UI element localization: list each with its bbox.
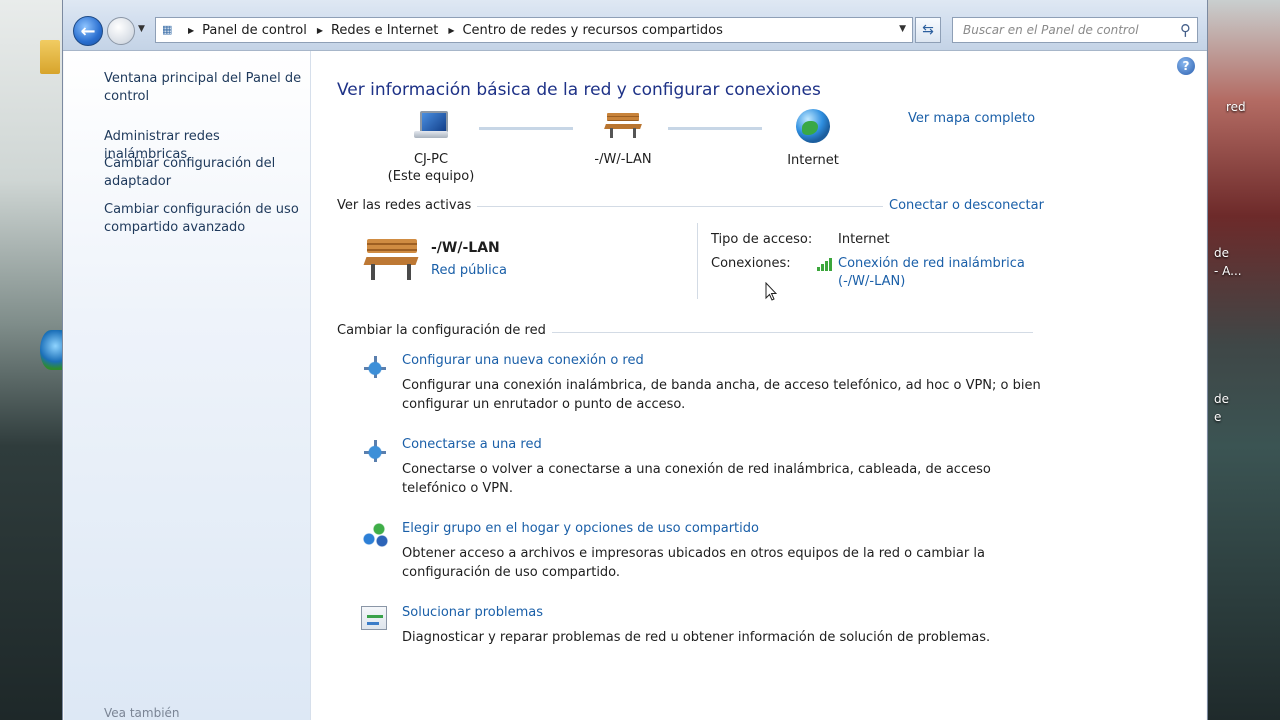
desktop-background-left bbox=[0, 0, 62, 720]
desktop-label: de bbox=[1214, 392, 1229, 406]
refresh-icon: ⇆ bbox=[922, 22, 934, 38]
desktop-label: - A... bbox=[1214, 264, 1242, 278]
task-new-connection-desc: Configurar una conexión inalámbrica, de … bbox=[402, 378, 1041, 412]
navigation-bar: ← ▼ ▦ ▶ Panel de control ▶ Redes e Inter… bbox=[63, 0, 1207, 51]
control-panel-icon: ▦ bbox=[162, 23, 173, 36]
mouse-cursor-icon bbox=[765, 282, 777, 301]
page-title: Ver información básica de la red y confi… bbox=[337, 80, 821, 100]
map-node-internet[interactable]: Internet bbox=[763, 109, 863, 169]
connect-network-icon[interactable] bbox=[361, 437, 389, 465]
internet-label: Internet bbox=[787, 153, 839, 168]
wireless-signal-icon bbox=[817, 257, 835, 271]
help-button[interactable]: ? bbox=[1177, 57, 1195, 75]
access-type-label: Tipo de acceso: bbox=[711, 232, 813, 247]
map-connector-line bbox=[479, 127, 573, 130]
wireless-connection-link[interactable]: Conexión de red inalámbrica (-/W/-LAN) bbox=[838, 255, 1058, 291]
recent-pages-dropdown-icon[interactable]: ▼ bbox=[138, 24, 145, 34]
internet-globe-icon bbox=[796, 109, 830, 143]
sidebar: Ventana principal del Panel de control A… bbox=[64, 51, 311, 720]
public-network-bench-icon bbox=[604, 111, 642, 139]
sidebar-item-control-panel-home[interactable]: Ventana principal del Panel de control bbox=[104, 70, 304, 106]
breadcrumb-separator-icon[interactable]: ▶ bbox=[317, 26, 323, 35]
breadcrumb-network-center[interactable]: Centro de redes y recursos compartidos bbox=[462, 23, 722, 38]
forward-button[interactable] bbox=[107, 17, 135, 45]
breadcrumb-control-panel[interactable]: Panel de control bbox=[202, 23, 307, 38]
main-content: ? Ver información básica de la red y con… bbox=[311, 51, 1206, 720]
network-type-link[interactable]: Red pública bbox=[431, 263, 507, 278]
troubleshoot-icon[interactable] bbox=[361, 606, 387, 630]
task-connect-network-link[interactable]: Conectarse a una red bbox=[402, 437, 542, 452]
breadcrumb-separator-icon[interactable]: ▶ bbox=[448, 26, 454, 35]
map-node-network[interactable]: -/W/-LAN bbox=[573, 111, 673, 168]
task-new-connection-link[interactable]: Configurar una nueva conexión o red bbox=[402, 353, 644, 368]
computer-name: CJ-PC bbox=[413, 152, 449, 167]
network-center-window: ← ▼ ▦ ▶ Panel de control ▶ Redes e Inter… bbox=[62, 0, 1208, 720]
search-box[interactable]: ⚲ bbox=[952, 17, 1198, 43]
breadcrumb-separator-icon[interactable]: ▶ bbox=[188, 26, 194, 35]
computer-subtitle: (Este equipo) bbox=[387, 169, 475, 184]
refresh-button[interactable]: ⇆ bbox=[915, 17, 941, 43]
address-dropdown-icon[interactable]: ▼ bbox=[899, 24, 906, 34]
address-bar[interactable]: ▦ ▶ Panel de control ▶ Redes e Internet … bbox=[155, 17, 913, 43]
task-homegroup-desc: Obtener acceso a archivos e impresoras u… bbox=[402, 546, 985, 580]
connections-label: Conexiones: bbox=[711, 256, 791, 271]
access-type-value: Internet bbox=[838, 232, 890, 247]
see-also-heading: Vea también bbox=[104, 706, 180, 720]
sidebar-item-adapter-settings[interactable]: Cambiar configuración del adaptador bbox=[104, 155, 304, 191]
desktop-label: red bbox=[1226, 100, 1246, 114]
search-input[interactable] bbox=[961, 22, 1170, 38]
task-connect-network-desc: Conectarse o volver a conectarse a una c… bbox=[402, 462, 991, 496]
desktop-label: de bbox=[1214, 246, 1229, 260]
desktop-background-right: red de - A... de e bbox=[1206, 0, 1280, 720]
help-icon: ? bbox=[1182, 59, 1190, 73]
full-map-link[interactable]: Ver mapa completo bbox=[908, 111, 1035, 126]
homegroup-icon[interactable] bbox=[361, 521, 389, 549]
desktop-label: e bbox=[1214, 410, 1222, 424]
connect-disconnect-link[interactable]: Conectar o desconectar bbox=[883, 198, 1044, 213]
new-connection-icon[interactable] bbox=[361, 353, 389, 381]
public-network-icon[interactable] bbox=[363, 237, 421, 283]
task-homegroup-link[interactable]: Elegir grupo en el hogar y opciones de u… bbox=[402, 521, 759, 536]
desktop-folder-icon[interactable] bbox=[40, 40, 60, 74]
map-node-computer[interactable]: CJ-PC (Este equipo) bbox=[381, 111, 481, 185]
task-troubleshoot-link[interactable]: Solucionar problemas bbox=[402, 605, 543, 620]
sidebar-item-sharing-settings[interactable]: Cambiar configuración de uso compartido … bbox=[104, 201, 304, 237]
active-network-name: -/W/-LAN bbox=[431, 240, 500, 256]
change-settings-heading: Cambiar la configuración de red bbox=[337, 323, 552, 338]
map-connector-line bbox=[668, 127, 762, 130]
breadcrumb-networks-internet[interactable]: Redes e Internet bbox=[331, 23, 438, 38]
desktop-network-icon[interactable] bbox=[40, 330, 62, 370]
computer-icon bbox=[414, 111, 448, 139]
search-icon[interactable]: ⚲ bbox=[1180, 21, 1191, 39]
active-networks-heading: Ver las redes activas bbox=[337, 198, 478, 213]
vertical-divider bbox=[697, 223, 698, 299]
back-button[interactable]: ← bbox=[73, 16, 103, 46]
task-troubleshoot-desc: Diagnosticar y reparar problemas de red … bbox=[402, 630, 991, 645]
map-network-name: -/W/-LAN bbox=[594, 152, 652, 167]
back-arrow-icon: ← bbox=[80, 20, 96, 42]
